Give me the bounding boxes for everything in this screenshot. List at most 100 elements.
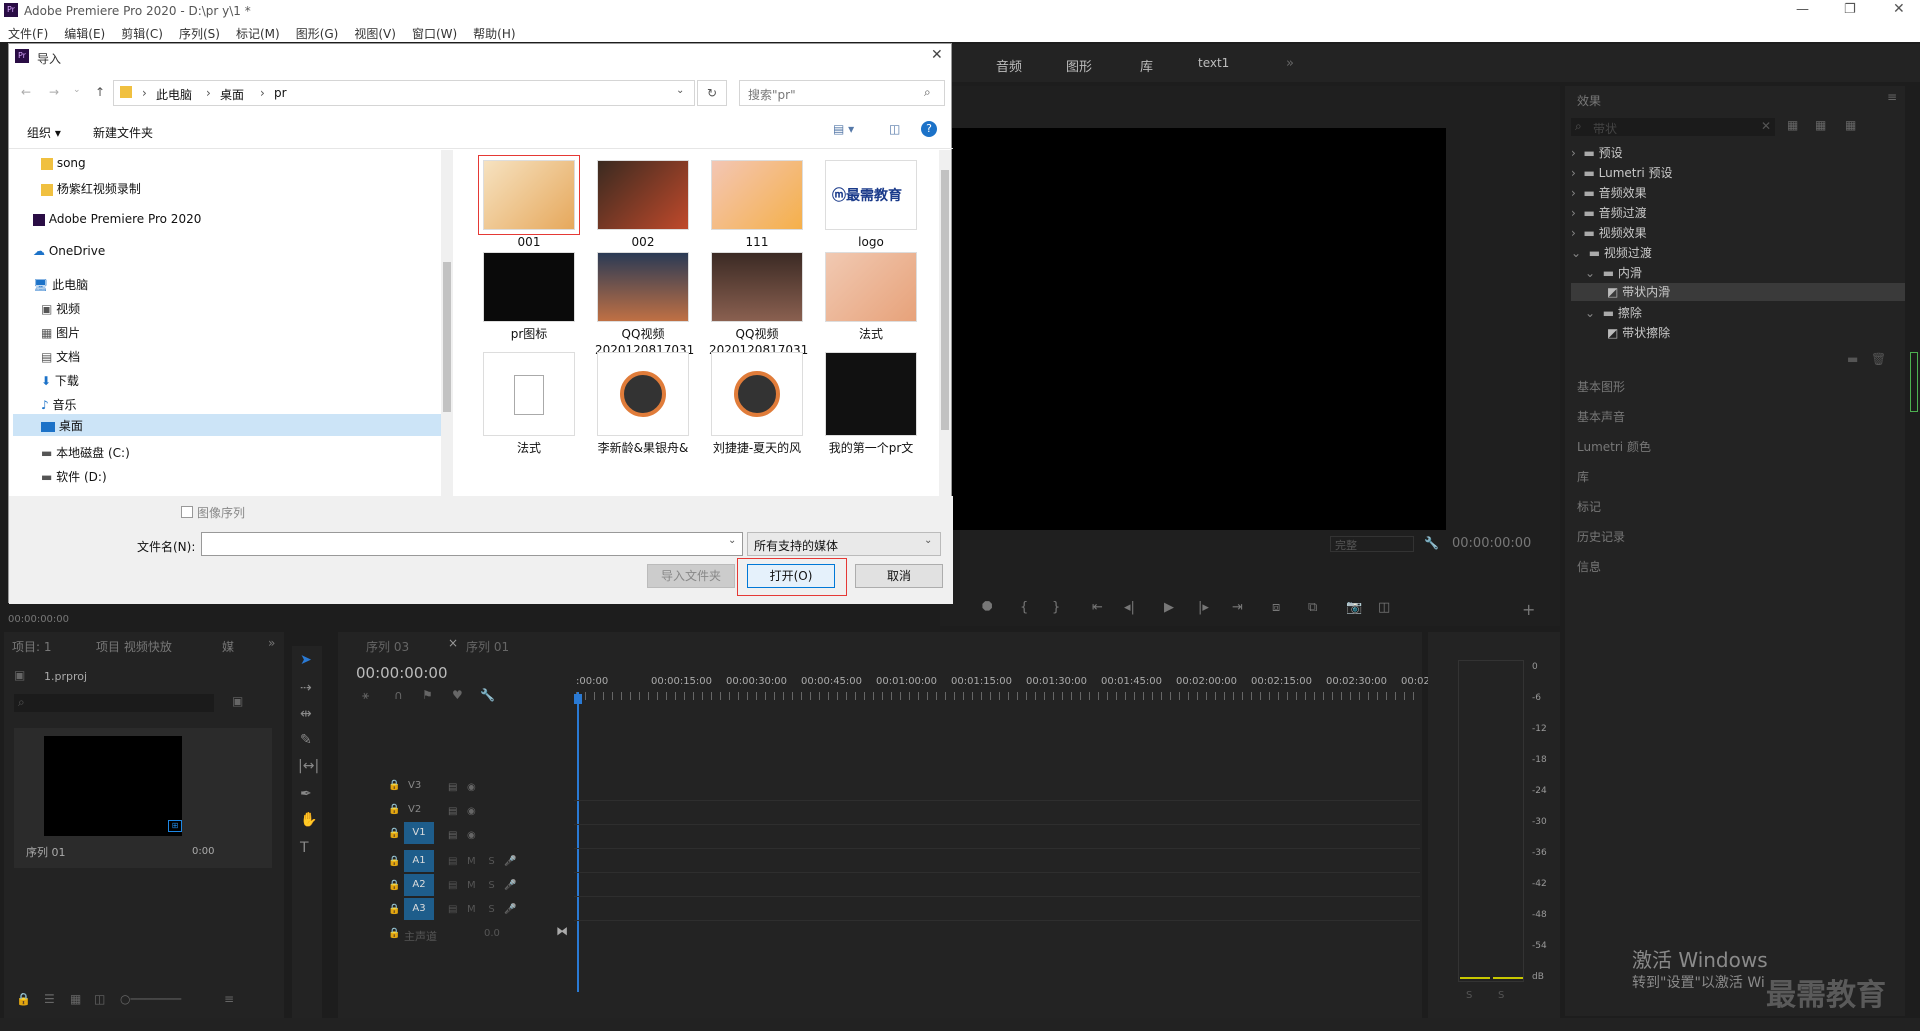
breadcrumb-desktop[interactable]: 桌面: [220, 86, 244, 103]
tree-item-lumetri-presets[interactable]: › ▬ Lumetri 预设: [1571, 164, 1673, 182]
panel-menu-icon[interactable]: ≡: [1887, 90, 1897, 104]
snap-icon[interactable]: ∩: [394, 688, 403, 702]
forward-icon[interactable]: →: [49, 85, 59, 99]
import-folder-button[interactable]: 导入文件夹: [647, 564, 735, 588]
play-icon[interactable]: ▶: [1164, 600, 1174, 615]
slip-icon[interactable]: |↔|: [298, 758, 319, 774]
nav-documents[interactable]: ▤ 文档: [41, 348, 80, 365]
extract-icon[interactable]: ⧉: [1308, 600, 1317, 615]
lock-icon[interactable]: 🔒: [388, 880, 400, 891]
master-volume[interactable]: 0.0: [484, 928, 500, 939]
type-tool-icon[interactable]: T: [300, 840, 309, 856]
timeline-tab-seq03[interactable]: 序列 03: [366, 638, 409, 655]
file-item[interactable]: 法式: [823, 252, 919, 342]
workspace-audio[interactable]: 音频: [996, 56, 1022, 75]
accelerated-effects-icon[interactable]: ▦: [1787, 118, 1798, 132]
menu-file[interactable]: 文件(F): [0, 22, 56, 42]
media-tab[interactable]: 媒: [222, 638, 234, 655]
menu-view[interactable]: 视图(V): [346, 22, 404, 42]
dialog-close-icon[interactable]: ✕: [931, 47, 943, 63]
nav-videos[interactable]: ▣ 视频: [41, 300, 80, 317]
pen-icon[interactable]: ✒: [300, 786, 312, 802]
address-dropdown-icon[interactable]: ⌄: [676, 85, 684, 96]
nav-drive-c[interactable]: ▬ 本地磁盘 (C:): [41, 444, 130, 461]
freeform-view-icon[interactable]: ◫: [94, 992, 105, 1006]
lock-icon[interactable]: 🔒: [388, 804, 400, 815]
razor-icon[interactable]: ✎: [300, 732, 312, 748]
nav-song[interactable]: song: [41, 156, 86, 170]
add-button-icon[interactable]: +: [1522, 600, 1535, 619]
panel-essential-graphics[interactable]: 基本图形: [1577, 378, 1625, 395]
time-ruler[interactable]: :00:00 00:00:15:00 00:00:30:00 00:00:45:00 0…: [576, 676, 1449, 704]
file-item[interactable]: 111: [709, 160, 805, 250]
tree-item-band-slide[interactable]: ◩ 带状内滑: [1571, 283, 1905, 301]
go-to-in-icon[interactable]: ⇤: [1092, 600, 1103, 615]
green-scrollbar[interactable]: [1910, 352, 1918, 412]
file-item[interactable]: 001: [478, 155, 580, 250]
sequence-item[interactable]: ⊞ 序列 01 0:00: [14, 728, 272, 868]
track-a3-label[interactable]: A3: [404, 898, 434, 920]
menu-clip[interactable]: 剪辑(C): [113, 22, 171, 42]
nav-downloads[interactable]: ⬇ 下载: [41, 372, 79, 389]
lock-icon[interactable]: 🔒: [388, 828, 400, 839]
minimize-icon[interactable]: —: [1796, 2, 1809, 17]
track-v2-label[interactable]: V2: [408, 804, 421, 815]
nav-this-pc[interactable]: 🖥 此电脑: [33, 276, 88, 293]
history-dropdown-icon[interactable]: ⌄: [73, 85, 81, 95]
timeline-tab-seq01[interactable]: 序列 01: [466, 638, 509, 655]
solo-right-icon[interactable]: S: [1498, 990, 1504, 1001]
lock-icon[interactable]: 🔒: [16, 992, 31, 1006]
panel-info[interactable]: 信息: [1577, 558, 1601, 575]
tree-item-presets[interactable]: › ▬ 预设: [1571, 144, 1623, 162]
menu-window[interactable]: 窗口(W): [404, 22, 465, 42]
new-bin-icon[interactable]: ▣: [232, 694, 243, 708]
mark-in-icon[interactable]: {: [1020, 600, 1028, 615]
track-v1-label[interactable]: V1: [404, 822, 434, 844]
track-a1-label[interactable]: A1: [404, 850, 434, 872]
32bit-effects-icon[interactable]: ▦: [1815, 118, 1826, 132]
tree-item-wipe[interactable]: ⌄ ▬ 擦除: [1585, 304, 1642, 322]
file-item[interactable]: pr图标: [481, 252, 577, 342]
nav-desktop[interactable]: 桌面: [13, 414, 445, 436]
panel-lumetri-color[interactable]: Lumetri 颜色: [1577, 438, 1651, 455]
track-v3-label[interactable]: V3: [408, 780, 421, 791]
playhead-handle[interactable]: [574, 694, 582, 704]
restore-icon[interactable]: ❐: [1844, 2, 1856, 17]
help-icon[interactable]: ?: [921, 121, 937, 137]
tree-item-audio-effects[interactable]: › ▬ 音频效果: [1571, 184, 1647, 202]
project-tab[interactable]: 项目: 1: [12, 638, 52, 655]
track-a2-label[interactable]: A2: [404, 874, 434, 896]
lock-icon[interactable]: 🔒: [388, 856, 400, 867]
nest-icon[interactable]: ⚹: [362, 688, 369, 703]
yuv-effects-icon[interactable]: ▦: [1845, 118, 1856, 132]
organize-menu[interactable]: 组织 ▾: [27, 124, 61, 141]
close-window-icon[interactable]: ✕: [1893, 1, 1905, 17]
preview-pane-icon[interactable]: ◫: [889, 122, 900, 136]
workspace-library[interactable]: 库: [1140, 56, 1153, 75]
view-options-icon[interactable]: ▤ ▾: [833, 122, 854, 136]
file-item[interactable]: ⓜ最需教育 logo: [823, 160, 919, 250]
mark-out-icon[interactable]: }: [1052, 600, 1060, 615]
fit-dropdown[interactable]: 完整: [1330, 536, 1414, 552]
panel-essential-sound[interactable]: 基本声音: [1577, 408, 1625, 425]
breadcrumb-pr[interactable]: pr: [274, 86, 287, 100]
project-tab-2[interactable]: 项目 视频快放: [96, 638, 172, 655]
file-item[interactable]: 法式: [481, 352, 577, 456]
nav-drive-d[interactable]: ▬ 软件 (D:): [41, 468, 107, 485]
dialog-search-input[interactable]: 搜索"pr" ⌕: [739, 80, 945, 106]
panel-overflow-icon[interactable]: »: [268, 636, 275, 650]
file-item[interactable]: 刘捷捷-夏天的风: [709, 352, 805, 456]
solo-left-icon[interactable]: S: [1466, 990, 1472, 1001]
ripple-edit-icon[interactable]: ⇹: [300, 706, 312, 722]
compare-icon[interactable]: ◫: [1378, 600, 1390, 615]
filename-input[interactable]: ⌄: [201, 532, 743, 556]
selection-tool-icon[interactable]: ➤: [300, 652, 312, 668]
menu-sequence[interactable]: 序列(S): [171, 22, 228, 42]
lock-icon[interactable]: 🔒: [388, 780, 400, 791]
list-view-icon[interactable]: ☰: [44, 992, 55, 1006]
settings-wrench-icon[interactable]: 🔧: [480, 688, 495, 702]
nav-onedrive[interactable]: ☁ OneDrive: [33, 244, 105, 258]
clear-search-icon[interactable]: ✕: [1761, 119, 1771, 133]
effects-search-input[interactable]: ⌕ 带状 ✕: [1571, 118, 1775, 136]
workspace-text1[interactable]: text1: [1198, 56, 1229, 70]
